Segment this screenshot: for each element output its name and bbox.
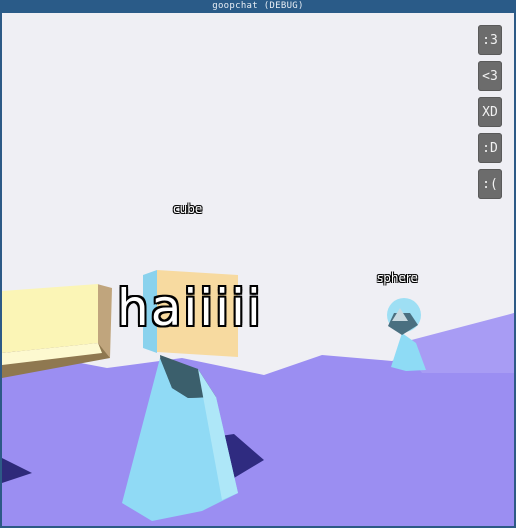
chat-message-cube: haiiiii [117, 279, 263, 337]
emote-button-cat[interactable]: :3 [478, 25, 502, 55]
game-window: goopchat (DEBUG) cube sphere haiiiii:3 … [0, 0, 516, 528]
block-front [2, 284, 98, 353]
game-viewport[interactable]: cube sphere haiiiii :3 <3 XD :D :( [2, 13, 514, 526]
window-title: goopchat (DEBUG) [0, 0, 516, 13]
scene [2, 270, 514, 526]
emote-button-sad[interactable]: :( [478, 169, 502, 199]
emote-bar: :3 <3 XD :D :( [478, 25, 502, 205]
player-nametag-cube: cube [173, 202, 203, 216]
emote-button-grin[interactable]: :D [478, 133, 502, 163]
emote-button-laugh[interactable]: XD [478, 97, 502, 127]
player-nametag-sphere: sphere [377, 271, 418, 285]
emote-button-heart[interactable]: <3 [478, 61, 502, 91]
